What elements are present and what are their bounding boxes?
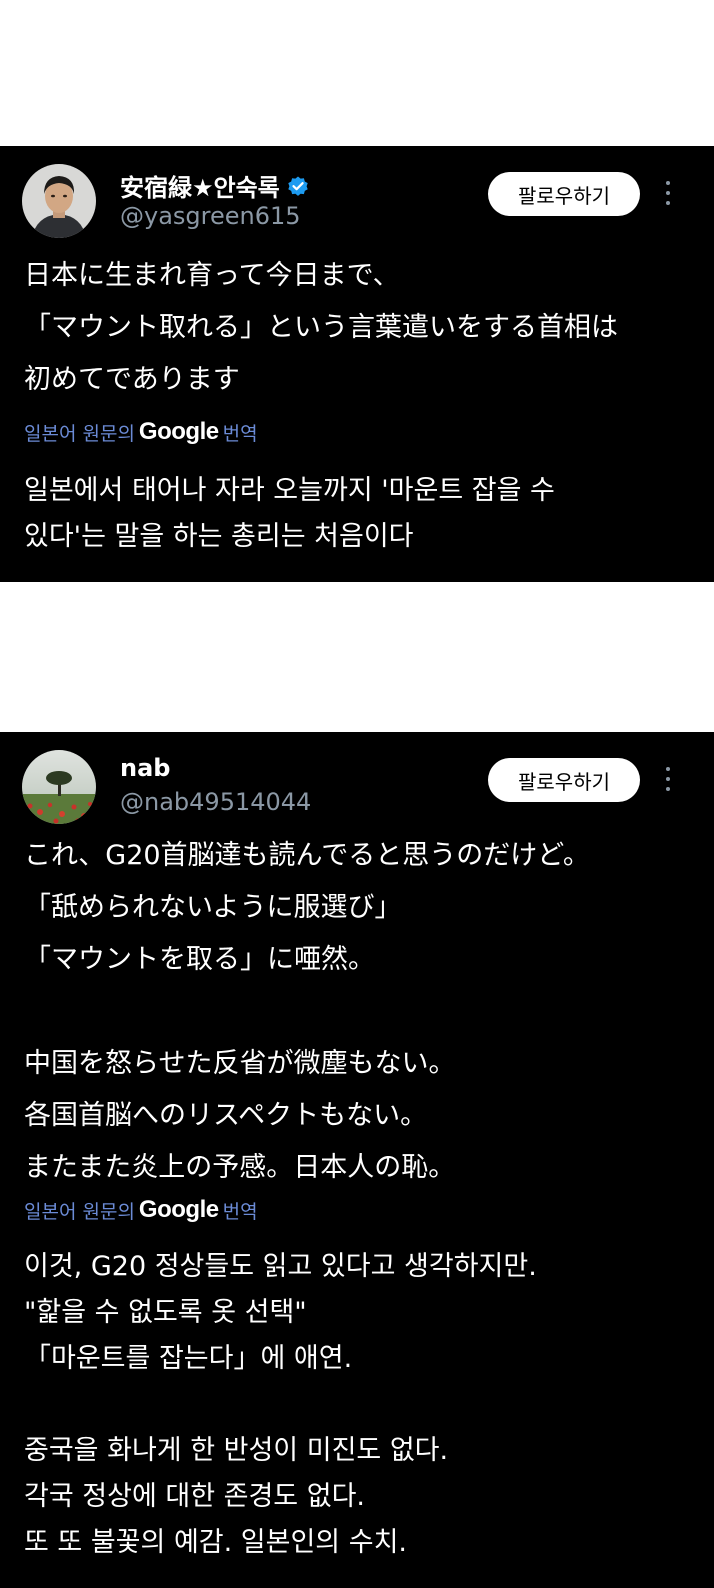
translation-suffix: 번역 (222, 422, 258, 445)
translation-attribution[interactable]: 일본어 원문의 Google 번역 (24, 418, 258, 446)
translation-attribution[interactable]: 일본어 원문의 Google 번역 (24, 1196, 258, 1224)
follow-button[interactable]: 팔로우하기 (488, 172, 640, 216)
author-handle[interactable]: @yasgreen615 (120, 202, 301, 230)
google-logo: Google (138, 1196, 219, 1223)
author-name-row: 安宿緑★안숙록 (120, 168, 310, 203)
translation-prefix: 일본어 원문의 (24, 1200, 135, 1223)
translation-suffix: 번역 (222, 1200, 258, 1223)
author-handle[interactable]: @nab49514044 (120, 788, 311, 816)
avatar[interactable] (22, 750, 96, 824)
display-name[interactable]: nab (120, 754, 170, 782)
follow-button[interactable]: 팔로우하기 (488, 758, 640, 802)
tweet-card: 安宿緑★안숙록 @yasgreen615 팔로우하기 日本に生まれ育って今日まで… (0, 146, 714, 582)
more-options-icon[interactable] (656, 176, 680, 210)
avatar[interactable] (22, 164, 96, 238)
tweet-text: 日本に生まれ育って今日まで、 「マウント取れる」という言葉遣いをする首相は 初め… (24, 260, 618, 395)
tweet-card: nab @nab49514044 팔로우하기 これ、G20首脳達も読んでると思う… (0, 732, 714, 1588)
translation-prefix: 일본어 원문의 (24, 422, 135, 445)
more-options-icon[interactable] (656, 762, 680, 796)
author-name-row: nab (120, 754, 170, 782)
display-name[interactable]: 安宿緑★안숙록 (120, 168, 280, 203)
translated-text: 이것, G20 정상들도 읽고 있다고 생각하지만. "핥을 수 없도록 옷 선… (24, 1251, 537, 1558)
google-logo: Google (138, 418, 219, 445)
tweet-text: これ、G20首脳達も読んでると思うのだけど。 「舐められないように服選び」 「マ… (24, 840, 590, 1183)
verified-badge-icon (286, 174, 310, 198)
translated-text: 일본에서 태어나 자라 오늘까지 '마운트 잡을 수 있다'는 말을 하는 총리… (24, 475, 555, 552)
